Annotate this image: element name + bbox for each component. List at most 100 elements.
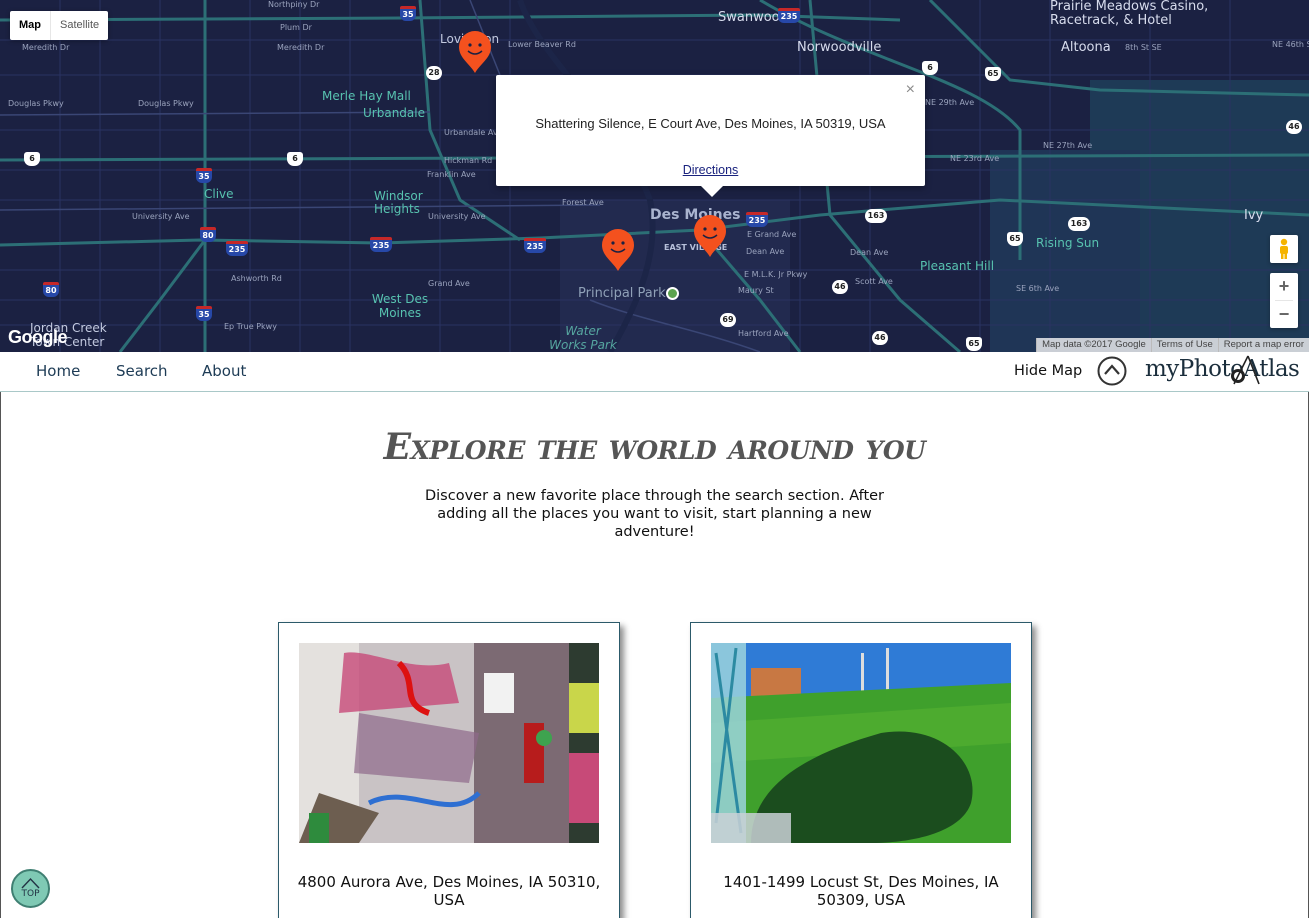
- report-map-error-link[interactable]: Report a map error: [1217, 338, 1309, 352]
- state-route-shield: 28: [426, 66, 442, 80]
- principal-park-marker-icon: [666, 287, 679, 300]
- map-label: Scott Ave: [855, 277, 893, 286]
- back-to-top-label: TOP: [21, 889, 40, 899]
- state-route-shield: 46: [1286, 120, 1302, 134]
- map-label: Principal Park: [578, 286, 666, 301]
- interstate-shield: 35: [196, 306, 212, 321]
- us-route-shield: 6: [24, 152, 40, 166]
- map-footer: Map data ©2017 Google Terms of Use Repor…: [1036, 338, 1309, 352]
- map-label: Rising Sun: [1036, 236, 1100, 250]
- map-label: Windsor Heights: [374, 189, 423, 216]
- directions-link-label[interactable]: Directions: [683, 163, 739, 177]
- us-route-shield: 65: [966, 337, 982, 351]
- main-content: Explore the world around you Discover a …: [0, 392, 1309, 918]
- interstate-shield: 235: [746, 212, 768, 227]
- intro-text: Discover a new favorite place through th…: [424, 488, 885, 540]
- interstate-shield: 80: [200, 227, 216, 242]
- zoom-in-button[interactable]: +: [1270, 273, 1298, 300]
- map-label: Franklin Ave: [427, 170, 476, 179]
- map-label: Pleasant Hill: [920, 259, 995, 273]
- interstate-shield: 35: [196, 168, 212, 183]
- us-route-shield: 6: [287, 152, 303, 166]
- map-view[interactable]: Northpiny Dr Plum Dr Meredith Dr Meredit…: [0, 0, 1309, 352]
- place-photo-graffiti[interactable]: [299, 643, 599, 843]
- terms-of-use-link[interactable]: Terms of Use: [1150, 338, 1218, 352]
- map-label: NE 29th Ave: [925, 98, 975, 107]
- interstate-shield: 80: [43, 282, 59, 297]
- nav-search-link[interactable]: Search: [116, 362, 168, 380]
- place-card[interactable]: 1401-1499 Locust St, Des Moines, IA 5030…: [690, 622, 1032, 918]
- back-to-top-button[interactable]: TOP: [11, 869, 50, 908]
- smiley-map-pin-icon[interactable]: [458, 30, 492, 74]
- map-label: University Ave: [132, 212, 190, 221]
- hide-map-button[interactable]: Hide Map: [1014, 363, 1082, 379]
- state-route-shield: 46: [832, 280, 848, 294]
- interstate-shield: 235: [370, 237, 392, 252]
- map-label: 8th St SE: [1125, 43, 1162, 52]
- us-route-shield: 65: [1007, 232, 1023, 246]
- interstate-shield: 235: [778, 8, 800, 23]
- map-label: Maury St: [738, 286, 774, 295]
- interstate-shield: 235: [226, 241, 248, 256]
- map-info-window: × Shattering Silence, E Court Ave, Des M…: [496, 75, 925, 197]
- map-label: NE 23rd Ave: [950, 154, 1000, 163]
- state-route-shield: 46: [872, 331, 888, 345]
- map-label: Hartford Ave: [738, 329, 789, 338]
- map-label: Water Works Park: [549, 324, 617, 352]
- us-route-shield: 6: [922, 61, 938, 75]
- us-route-shield: 65: [985, 67, 1001, 81]
- map-label: Urbandale: [363, 106, 425, 120]
- google-logo[interactable]: Google: [8, 327, 68, 348]
- map-label: Urbandale Ave: [444, 128, 503, 137]
- collapse-up-icon[interactable]: [1097, 356, 1127, 386]
- interstate-shield: 235: [524, 238, 546, 253]
- directions-link[interactable]: Directions: [496, 163, 925, 177]
- place-card-caption: 4800 Aurora Ave, Des Moines, IA 50310, U…: [297, 873, 601, 909]
- map-label: Prairie Meadows Casino, Racetrack, & Hot…: [1050, 0, 1209, 28]
- map-label: Northpiny Dr: [268, 0, 320, 9]
- app-root: Northpiny Dr Plum Dr Meredith Dr Meredit…: [0, 0, 1309, 918]
- map-label: SE 6th Ave: [1016, 284, 1060, 293]
- map-label: Merle Hay Mall: [322, 89, 411, 103]
- map-type-map-button[interactable]: Map: [10, 11, 51, 40]
- map-type-satellite-button[interactable]: Satellite: [51, 11, 108, 40]
- map-label: Ep True Pkwy: [224, 322, 277, 331]
- map-label: Ivy: [1244, 208, 1264, 223]
- place-photo-park[interactable]: [711, 643, 1011, 843]
- interstate-shield: 35: [400, 6, 416, 21]
- map-label: Douglas Pkwy: [138, 99, 194, 108]
- map-label: University Ave: [428, 212, 486, 221]
- info-window-tail: [701, 186, 723, 197]
- top-nav: Home Search About Hide Map myPhotoAtlas: [0, 352, 1309, 392]
- zoom-control: + −: [1270, 273, 1298, 328]
- smiley-map-pin-icon[interactable]: [693, 214, 727, 258]
- close-icon[interactable]: ×: [906, 81, 915, 99]
- page-headline: Explore the world around you: [383, 426, 926, 468]
- map-label: West Des Moines: [371, 292, 429, 320]
- nav-about-link[interactable]: About: [202, 362, 246, 380]
- map-label: Forest Ave: [562, 198, 604, 207]
- map-label: Dean Ave: [746, 247, 785, 256]
- info-window-address: Shattering Silence, E Court Ave, Des Moi…: [535, 116, 886, 131]
- state-route-shield: 69: [720, 313, 736, 327]
- map-label: Grand Ave: [428, 279, 470, 288]
- nav-home-link[interactable]: Home: [36, 362, 80, 380]
- map-label: E Grand Ave: [747, 230, 797, 239]
- map-label: Meredith Dr: [277, 43, 325, 52]
- map-label: Ashworth Rd: [231, 274, 282, 283]
- street-view-pegman-button[interactable]: [1270, 235, 1298, 263]
- map-label: Hickman Rd: [444, 156, 493, 165]
- map-label: Clive: [204, 187, 234, 201]
- map-label: Douglas Pkwy: [8, 99, 64, 108]
- map-label: NE 27th Ave: [1043, 141, 1093, 150]
- smiley-map-pin-icon[interactable]: [601, 228, 635, 272]
- map-label: Meredith Dr: [22, 43, 70, 52]
- map-label: E M.L.K. Jr Pkwy: [744, 270, 808, 279]
- map-label: Lower Beaver Rd: [508, 40, 576, 49]
- site-logo[interactable]: myPhotoAtlas: [1145, 356, 1300, 382]
- map-type-control: Map Satellite: [10, 11, 109, 40]
- compass-logo-icon: [1231, 355, 1260, 385]
- zoom-out-button[interactable]: −: [1270, 301, 1298, 328]
- pegman-icon: [1280, 238, 1288, 259]
- place-card[interactable]: 4800 Aurora Ave, Des Moines, IA 50310, U…: [278, 622, 620, 918]
